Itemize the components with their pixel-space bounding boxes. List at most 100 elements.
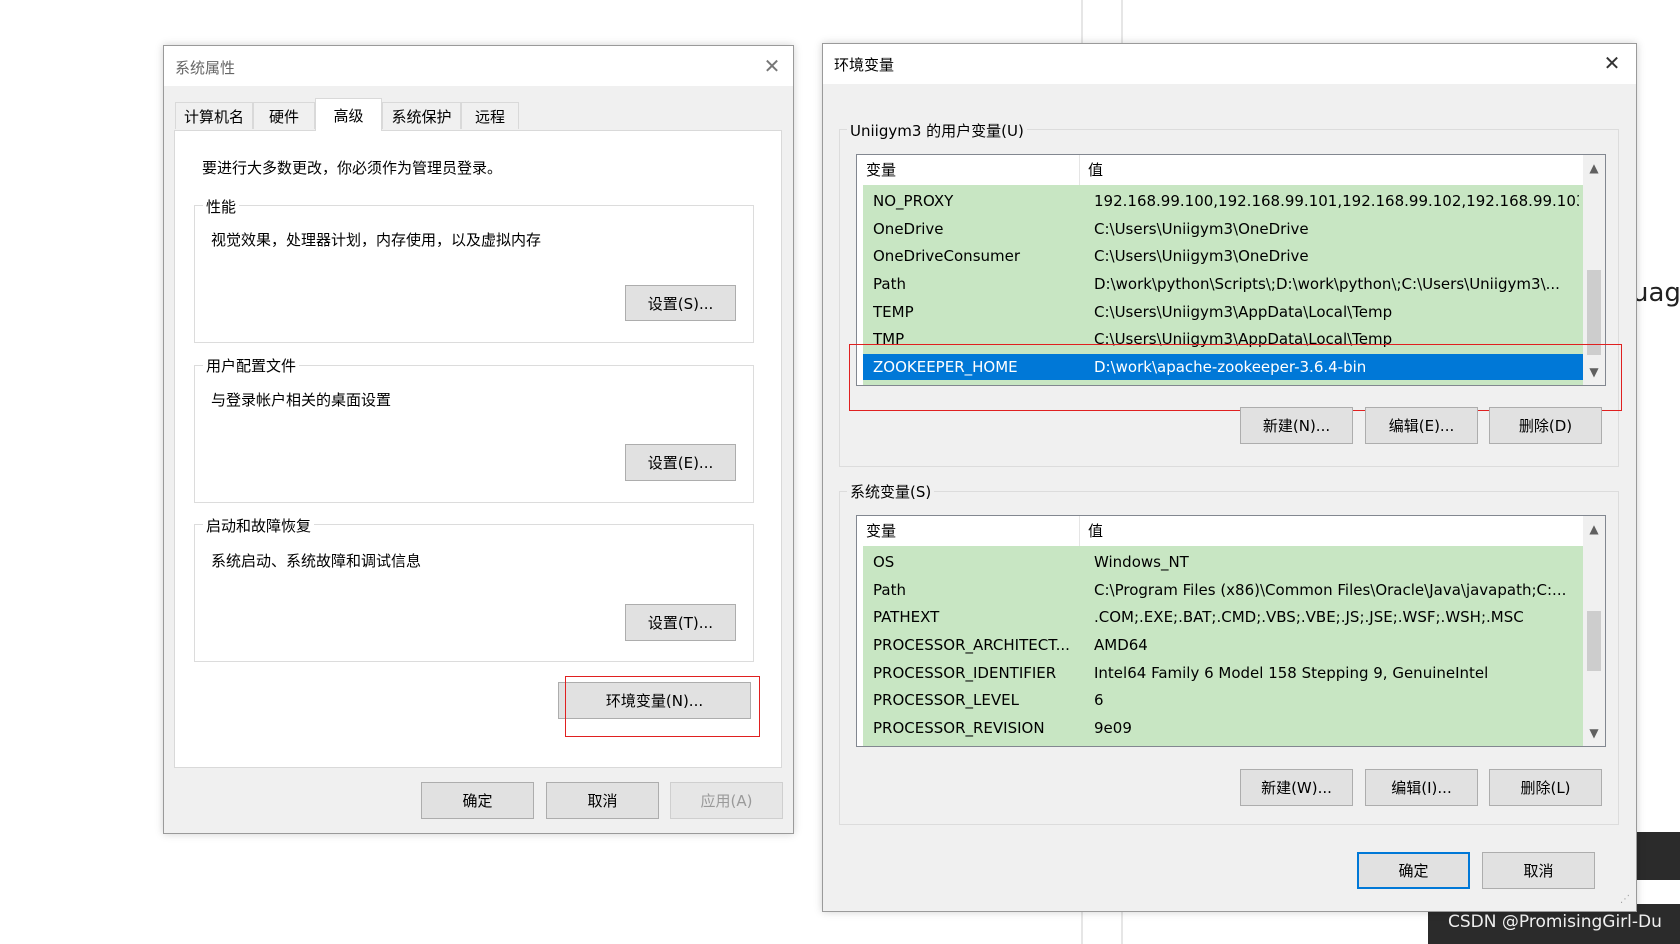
list-item[interactable]: PROCESSOR_LEVEL 6 [863, 687, 1583, 713]
variable-name: OneDrive [873, 220, 944, 238]
system-properties-close-icon[interactable]: ✕ [757, 52, 787, 80]
startup-recovery-settings-button[interactable]: 设置(T)... [625, 604, 736, 641]
performance-description: 视觉效果，处理器计划，内存使用，以及虚拟内存 [211, 231, 542, 249]
list-item[interactable]: PATHEXT .COM;.EXE;.BAT;.CMD;.VBS;.VBE;.J… [863, 604, 1583, 630]
system-edit-button[interactable]: 编辑(I)... [1365, 769, 1478, 806]
system-variables-legend: 系统变量(S) [847, 481, 935, 502]
variable-name: TMP [873, 330, 905, 348]
list-item[interactable]: PROCESSOR_ARCHITECT... AMD64 [863, 632, 1583, 658]
variable-name: OneDriveConsumer [873, 247, 1021, 265]
resize-grip-icon[interactable]: ⋰ [1620, 894, 1632, 906]
scroll-up-icon[interactable]: ▲ [1583, 157, 1605, 179]
system-properties-ok-button[interactable]: 确定 [421, 782, 534, 819]
system-variables-header: 变量 值 [857, 516, 1605, 546]
variable-name: PROCESSOR_LEVEL [873, 691, 1019, 709]
admin-note: 要进行大多数更改，你必须作为管理员登录。 [202, 159, 503, 177]
scroll-down-icon[interactable]: ▼ [1583, 722, 1605, 744]
list-item[interactable]: TEMP C:\Users\Uniigym3\AppData\Local\Tem… [863, 299, 1583, 325]
variable-name: OS [873, 553, 895, 571]
user-variables-scrollbar[interactable]: ▲ ▼ [1583, 155, 1605, 385]
scroll-thumb[interactable] [1587, 270, 1601, 355]
variable-value: C:\Users\Uniigym3\AppData\Local\Temp [1094, 303, 1393, 321]
user-variables-header-value[interactable]: 值 [1079, 155, 1579, 185]
watermark: CSDN @PromisingGirl-Du [1448, 912, 1662, 932]
system-properties-titlebar: 系统属性 ✕ [164, 46, 793, 86]
environment-variables-ok-button[interactable]: 确定 [1357, 852, 1470, 889]
system-variables-header-value[interactable]: 值 [1079, 516, 1579, 546]
startup-recovery-legend: 启动和故障恢复 [203, 515, 315, 536]
variable-value: Windows_NT [1094, 553, 1189, 571]
variable-value: D:\work\python\Scripts\;D:\work\python\;… [1094, 275, 1560, 293]
system-new-button[interactable]: 新建(W)... [1240, 769, 1353, 806]
system-properties-title: 系统属性 [175, 59, 236, 77]
scroll-up-icon[interactable]: ▲ [1583, 518, 1605, 540]
variable-value: 6 [1094, 691, 1104, 709]
user-variables-header: 变量 值 [857, 155, 1605, 185]
variable-value: Intel64 Family 6 Model 158 Stepping 9, G… [1094, 664, 1489, 682]
user-edit-button[interactable]: 编辑(E)... [1365, 407, 1478, 444]
list-item[interactable]: OS Windows_NT [863, 549, 1583, 575]
user-variables-list[interactable]: 变量 值 NO_PROXY 192.168.99.100,192.168.99.… [856, 154, 1606, 386]
tab-hardware[interactable]: 硬件 [253, 102, 315, 129]
user-profile-settings-button[interactable]: 设置(E)... [625, 444, 736, 481]
user-delete-button[interactable]: 删除(D) [1489, 407, 1602, 444]
variable-value: D:\work\apache-zookeeper-3.6.4-bin [1094, 358, 1367, 376]
environment-variables-titlebar: 环境变量 ✕ [823, 44, 1636, 84]
variable-name: PROCESSOR_ARCHITECT... [873, 636, 1070, 654]
list-item[interactable]: Path D:\work\python\Scripts\;D:\work\pyt… [863, 271, 1583, 297]
background-edge-text: uag [1632, 278, 1680, 308]
user-profile-description: 与登录帐户相关的桌面设置 [211, 391, 392, 409]
environment-variables-title: 环境变量 [834, 56, 895, 74]
tab-computer-name[interactable]: 计算机名 [175, 102, 253, 129]
scroll-down-icon[interactable]: ▼ [1583, 361, 1605, 383]
system-properties-apply-button[interactable]: 应用(A) [670, 782, 783, 819]
system-variables-scrollbar[interactable]: ▲ ▼ [1583, 516, 1605, 746]
scroll-thumb[interactable] [1587, 611, 1601, 671]
variable-name: Path [873, 275, 906, 293]
variable-value: C:\Users\Uniigym3\AppData\Local\Temp [1094, 330, 1393, 348]
tab-advanced[interactable]: 高级 [315, 98, 382, 131]
list-item[interactable]: OneDrive C:\Users\Uniigym3\OneDrive [863, 216, 1583, 242]
system-properties-cancel-button[interactable]: 取消 [546, 782, 659, 819]
list-item[interactable]: OneDriveConsumer C:\Users\Uniigym3\OneDr… [863, 243, 1583, 269]
variable-value: C:\Users\Uniigym3\OneDrive [1094, 220, 1309, 238]
user-new-button[interactable]: 新建(N)... [1240, 407, 1353, 444]
system-delete-button[interactable]: 删除(L) [1489, 769, 1602, 806]
startup-recovery-group [194, 524, 754, 662]
list-item[interactable]: TMP C:\Users\Uniigym3\AppData\Local\Temp [863, 326, 1583, 350]
variable-name: TEMP [873, 303, 914, 321]
list-item[interactable]: NO_PROXY 192.168.99.100,192.168.99.101,1… [863, 188, 1583, 214]
tab-system-protection[interactable]: 系统保护 [382, 102, 461, 129]
user-variables-legend: Uniigym3 的用户变量(U) [847, 120, 1027, 141]
variable-name: PATHEXT [873, 608, 940, 626]
variable-name: NO_PROXY [873, 192, 954, 210]
environment-variables-close-icon[interactable]: ✕ [1596, 48, 1628, 78]
variable-value: 9e09 [1094, 719, 1132, 737]
variable-value: 192.168.99.100,192.168.99.101,192.168.99… [1094, 192, 1579, 210]
startup-recovery-description: 系统启动、系统故障和调试信息 [211, 552, 422, 570]
variable-value: C:\Users\Uniigym3\OneDrive [1094, 247, 1309, 265]
list-item[interactable]: Path C:\Program Files (x86)\Common Files… [863, 577, 1583, 603]
variable-name: PROCESSOR_IDENTIFIER [873, 664, 1057, 682]
environment-variables-button[interactable]: 环境变量(N)... [558, 682, 751, 719]
performance-legend: 性能 [203, 196, 240, 217]
variable-value: AMD64 [1094, 636, 1148, 654]
list-item[interactable]: PROCESSOR_IDENTIFIER Intel64 Family 6 Mo… [863, 660, 1583, 686]
list-item-selected[interactable]: ZOOKEEPER_HOME D:\work\apache-zookeeper-… [863, 354, 1583, 380]
variable-name: ZOOKEEPER_HOME [873, 358, 1018, 376]
user-variables-header-name[interactable]: 变量 [857, 155, 1079, 185]
variable-value: C:\Program Files (x86)\Common Files\Orac… [1094, 581, 1567, 599]
variable-name: Path [873, 581, 906, 599]
performance-settings-button[interactable]: 设置(S)... [625, 285, 736, 321]
user-profile-legend: 用户配置文件 [203, 355, 300, 376]
tab-remote[interactable]: 远程 [461, 102, 519, 129]
performance-group [194, 205, 754, 343]
background-dark-panel [1632, 832, 1680, 880]
variable-value: .COM;.EXE;.BAT;.CMD;.VBS;.VBE;.JS;.JSE;.… [1094, 608, 1524, 626]
environment-variables-cancel-button[interactable]: 取消 [1482, 852, 1595, 889]
system-variables-header-name[interactable]: 变量 [857, 516, 1079, 546]
user-profile-group [194, 365, 754, 503]
system-variables-list[interactable]: 变量 值 OS Windows_NT Path C:\Program Files… [856, 515, 1606, 747]
list-item[interactable]: PROCESSOR_REVISION 9e09 [863, 715, 1583, 741]
variable-name: PROCESSOR_REVISION [873, 719, 1045, 737]
